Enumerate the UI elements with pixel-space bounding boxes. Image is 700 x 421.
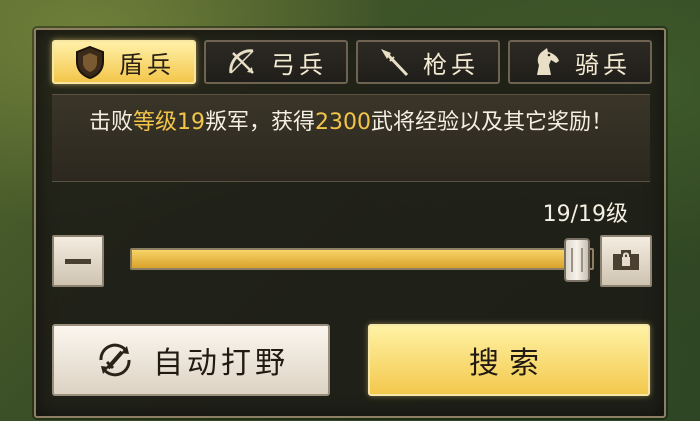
slider-handle[interactable]: [564, 238, 590, 282]
auto-hunt-button[interactable]: 自动打野: [52, 324, 330, 396]
level-search-panel: 盾兵 弓兵 枪兵 骑兵 击败等级19叛军，获得2300武将经验以及其它奖励！ 1…: [34, 28, 666, 418]
tab-archers[interactable]: 弓兵: [204, 40, 348, 84]
horse-icon: [529, 45, 563, 79]
reward-description: 击败等级19叛军，获得2300武将经验以及其它奖励！: [52, 94, 650, 182]
max-level-icon: [609, 244, 643, 278]
tab-label: 枪兵: [423, 50, 479, 79]
auto-battle-icon: [93, 338, 137, 382]
description-text: 武将经验以及其它奖励！: [371, 110, 614, 135]
decrease-level-button[interactable]: [52, 235, 104, 287]
level-slider[interactable]: [130, 248, 594, 270]
level-indicator: 19/19级: [542, 202, 628, 227]
spear-icon: [377, 45, 411, 79]
shield-icon: [73, 45, 107, 79]
auto-hunt-label: 自动打野: [153, 346, 289, 381]
slider-fill: [132, 250, 569, 268]
minus-icon: [65, 258, 91, 264]
search-label: 搜索: [469, 346, 549, 381]
description-text: 叛军，获得: [204, 110, 315, 135]
tab-shield-troops[interactable]: 盾兵: [52, 40, 196, 84]
bow-icon: [225, 45, 259, 79]
description-exp-highlight: 2300: [315, 110, 371, 135]
max-level-button[interactable]: [600, 235, 652, 287]
tab-cavalry[interactable]: 骑兵: [508, 40, 652, 84]
tab-label: 骑兵: [575, 50, 631, 79]
description-level-highlight: 等级19: [132, 110, 205, 135]
tab-label: 弓兵: [271, 50, 327, 79]
tab-label: 盾兵: [119, 50, 175, 79]
description-text: 击败: [88, 110, 133, 135]
tab-spearmen[interactable]: 枪兵: [356, 40, 500, 84]
unit-type-tabs: 盾兵 弓兵 枪兵 骑兵: [52, 40, 652, 86]
search-button[interactable]: 搜索: [368, 324, 650, 396]
